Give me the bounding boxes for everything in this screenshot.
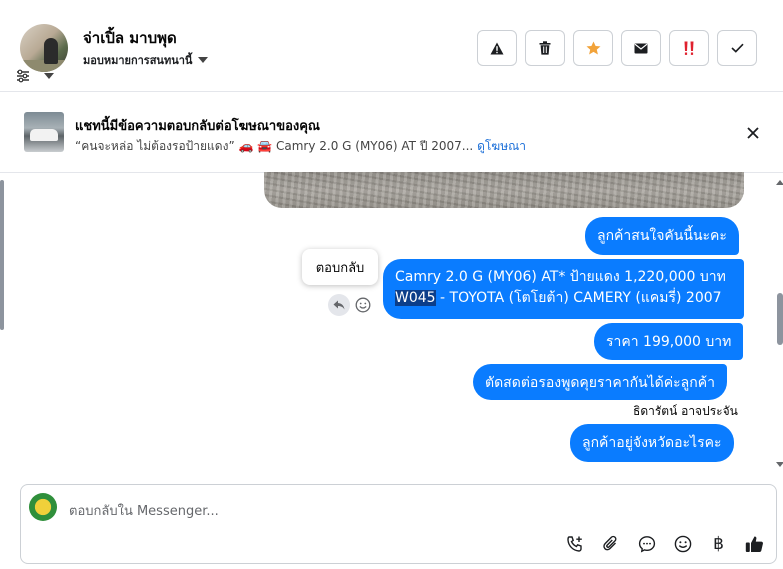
star-icon <box>586 41 600 55</box>
saved-replies-button[interactable] <box>635 533 658 555</box>
ad-text: “คนจะหล่อ ไม่ต้องรอป้ายแดง” 🚗 🚘 Camry 2.… <box>75 139 474 153</box>
phone-plus-icon <box>566 536 582 552</box>
double-exclamation-icon <box>684 41 694 55</box>
conversation-actions <box>477 30 757 66</box>
paperclip-icon <box>602 535 616 551</box>
smiley-icon <box>674 535 691 553</box>
sender-name: ธิดารัตน์ อาจประจัน <box>633 404 738 418</box>
warning-icon <box>490 42 504 54</box>
chat-bubble-icon <box>638 536 655 553</box>
close-icon <box>747 127 759 139</box>
highlighted-text: W045 <box>395 290 436 306</box>
chevron-down-icon <box>44 73 54 79</box>
right-scrollbar-thumb[interactable] <box>777 293 783 345</box>
reply-tooltip: ตอบกลับ <box>302 249 378 285</box>
assign-label: มอบหมายการสนทนานี้ <box>83 54 193 67</box>
trash-icon <box>539 41 551 55</box>
ad-banner-title: แชทนี้มีข้อความตอบกลับต่อโฆษณาของคุณ <box>75 119 320 134</box>
mark-unread-button[interactable] <box>621 30 661 66</box>
reply-input[interactable]: ตอบกลับใน Messenger... <box>69 500 219 521</box>
page-avatar <box>29 493 57 521</box>
assign-conversation-dropdown[interactable]: มอบหมายการสนทนานี้ <box>83 51 209 69</box>
message-bubble[interactable]: Camry 2.0 G (MY06) AT* ป้ายแดง 1,220,000… <box>383 259 744 319</box>
scroll-down-arrow[interactable] <box>776 462 783 467</box>
mark-done-button[interactable] <box>717 30 757 66</box>
attach-button[interactable] <box>599 533 622 555</box>
mark-spam-button[interactable] <box>477 30 517 66</box>
conversation-header: จ่าเปิ้ล มาบพุด มอบหมายการสนทนานี้ <box>0 0 783 92</box>
call-button[interactable] <box>563 533 586 555</box>
reply-icon <box>333 300 345 310</box>
message-bubble[interactable]: ลูกค้าสนใจคันนี้นะคะ <box>585 217 739 255</box>
message-text: Camry 2.0 G (MY06) AT* ป้ายแดง 1,220,000… <box>395 269 726 285</box>
delete-button[interactable] <box>525 30 565 66</box>
ad-thumbnail[interactable] <box>24 112 64 152</box>
ad-banner-subtitle: “คนจะหล่อ ไม่ต้องรอป้ายแดง” 🚗 🚘 Camry 2.… <box>75 137 526 156</box>
messenger-inbox-conversation: จ่าเปิ้ล มาบพุด มอบหมายการสนทนานี้ แชทนี… <box>0 0 783 569</box>
check-icon <box>730 43 744 53</box>
react-button[interactable] <box>354 296 372 314</box>
contact-avatar[interactable] <box>20 24 68 72</box>
like-button[interactable] <box>743 533 766 555</box>
message-bubble[interactable]: ลูกค้าอยู่จังหวัดอะไรคะ <box>570 424 734 462</box>
payment-button[interactable]: ฿ <box>707 533 730 555</box>
message-bubble[interactable]: ราคา 199,000 บาท <box>594 323 744 360</box>
left-scrollbar[interactable] <box>0 180 4 330</box>
scroll-up-arrow[interactable] <box>776 180 783 185</box>
composer-toolbar: ฿ <box>563 533 766 555</box>
follow-up-button[interactable] <box>669 30 709 66</box>
filter-icon <box>17 69 29 83</box>
reply-button[interactable] <box>328 294 350 316</box>
message-text: - TOYOTA (โตโยต้า) CAMERY (แคมรี่) 2007 <box>435 290 722 306</box>
thumbs-up-icon <box>745 536 763 552</box>
emoji-icon <box>355 297 371 313</box>
baht-icon: ฿ <box>713 534 724 554</box>
chevron-down-icon <box>198 57 209 63</box>
star-button[interactable] <box>573 30 613 66</box>
mail-icon <box>634 43 648 53</box>
close-banner-button[interactable] <box>743 123 763 143</box>
emoji-button[interactable] <box>671 533 694 555</box>
message-bubble[interactable]: ตัดสดต่อรองพูดคุยราคากันได้ค่ะลูกค้า <box>473 364 727 400</box>
filter-dropdown[interactable] <box>16 69 54 83</box>
image-attachment[interactable] <box>264 172 744 208</box>
contact-name[interactable]: จ่าเปิ้ล มาบพุด <box>83 26 177 50</box>
view-ad-link[interactable]: ดูโฆษณา <box>477 139 526 153</box>
